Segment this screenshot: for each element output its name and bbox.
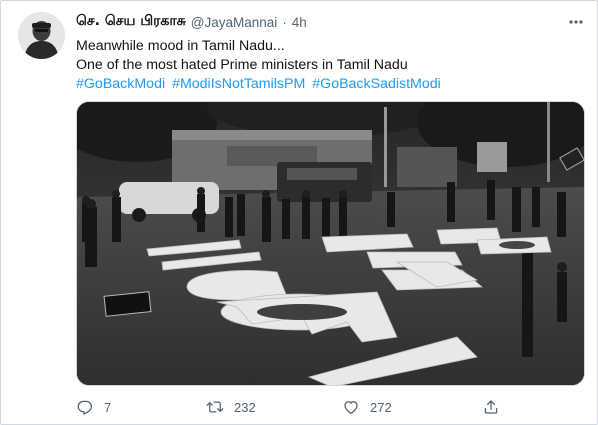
tweet-actions: 7 232 272	[76, 395, 516, 419]
retweet-icon	[206, 401, 224, 413]
more-options-button[interactable]	[565, 11, 587, 33]
retweet-count: 232	[234, 399, 256, 415]
tweet-text-line: Meanwhile mood in Tamil Nadu...	[76, 38, 285, 54]
street-protest-photo	[77, 102, 584, 385]
reply-icon	[77, 400, 93, 415]
heart-icon	[344, 401, 358, 415]
share-button[interactable]	[482, 395, 500, 419]
avatar-portrait-icon	[18, 12, 65, 59]
tweet-text-line: One of the most hated Prime ministers in…	[76, 57, 408, 73]
retweet-button[interactable]: 232	[206, 395, 256, 419]
author-name[interactable]: செ. செய பிரகாசு	[76, 13, 186, 31]
hashtag-link[interactable]: #ModiIsNotTamilsPM	[172, 76, 305, 92]
tweet-photo[interactable]	[76, 101, 585, 386]
tweet-timestamp[interactable]: 4h	[292, 15, 307, 30]
reply-count: 7	[104, 399, 112, 415]
like-button[interactable]: 272	[342, 395, 392, 419]
separator-dot: ·	[282, 14, 287, 30]
tweet-card[interactable]: செ. செய பிரகாசு @JayaMannai · 4h Meanwhi…	[0, 0, 598, 425]
reply-button[interactable]: 7	[76, 395, 111, 419]
hashtag-link[interactable]: #GoBackSadistModi	[312, 76, 441, 92]
more-icon	[569, 20, 583, 24]
tweet-header: செ. செய பிரகாசு @JayaMannai · 4h	[76, 13, 307, 31]
share-icon	[484, 400, 498, 414]
hashtag-link[interactable]: #GoBackModi	[76, 76, 165, 92]
author-handle[interactable]: @JayaMannai	[191, 15, 278, 30]
avatar[interactable]	[18, 12, 65, 59]
hashtag-line: #GoBackModi #ModiIsNotTamilsPM #GoBackSa…	[76, 75, 576, 94]
tweet-text: Meanwhile mood in Tamil Nadu... One of t…	[76, 37, 576, 94]
like-count: 272	[370, 399, 392, 415]
